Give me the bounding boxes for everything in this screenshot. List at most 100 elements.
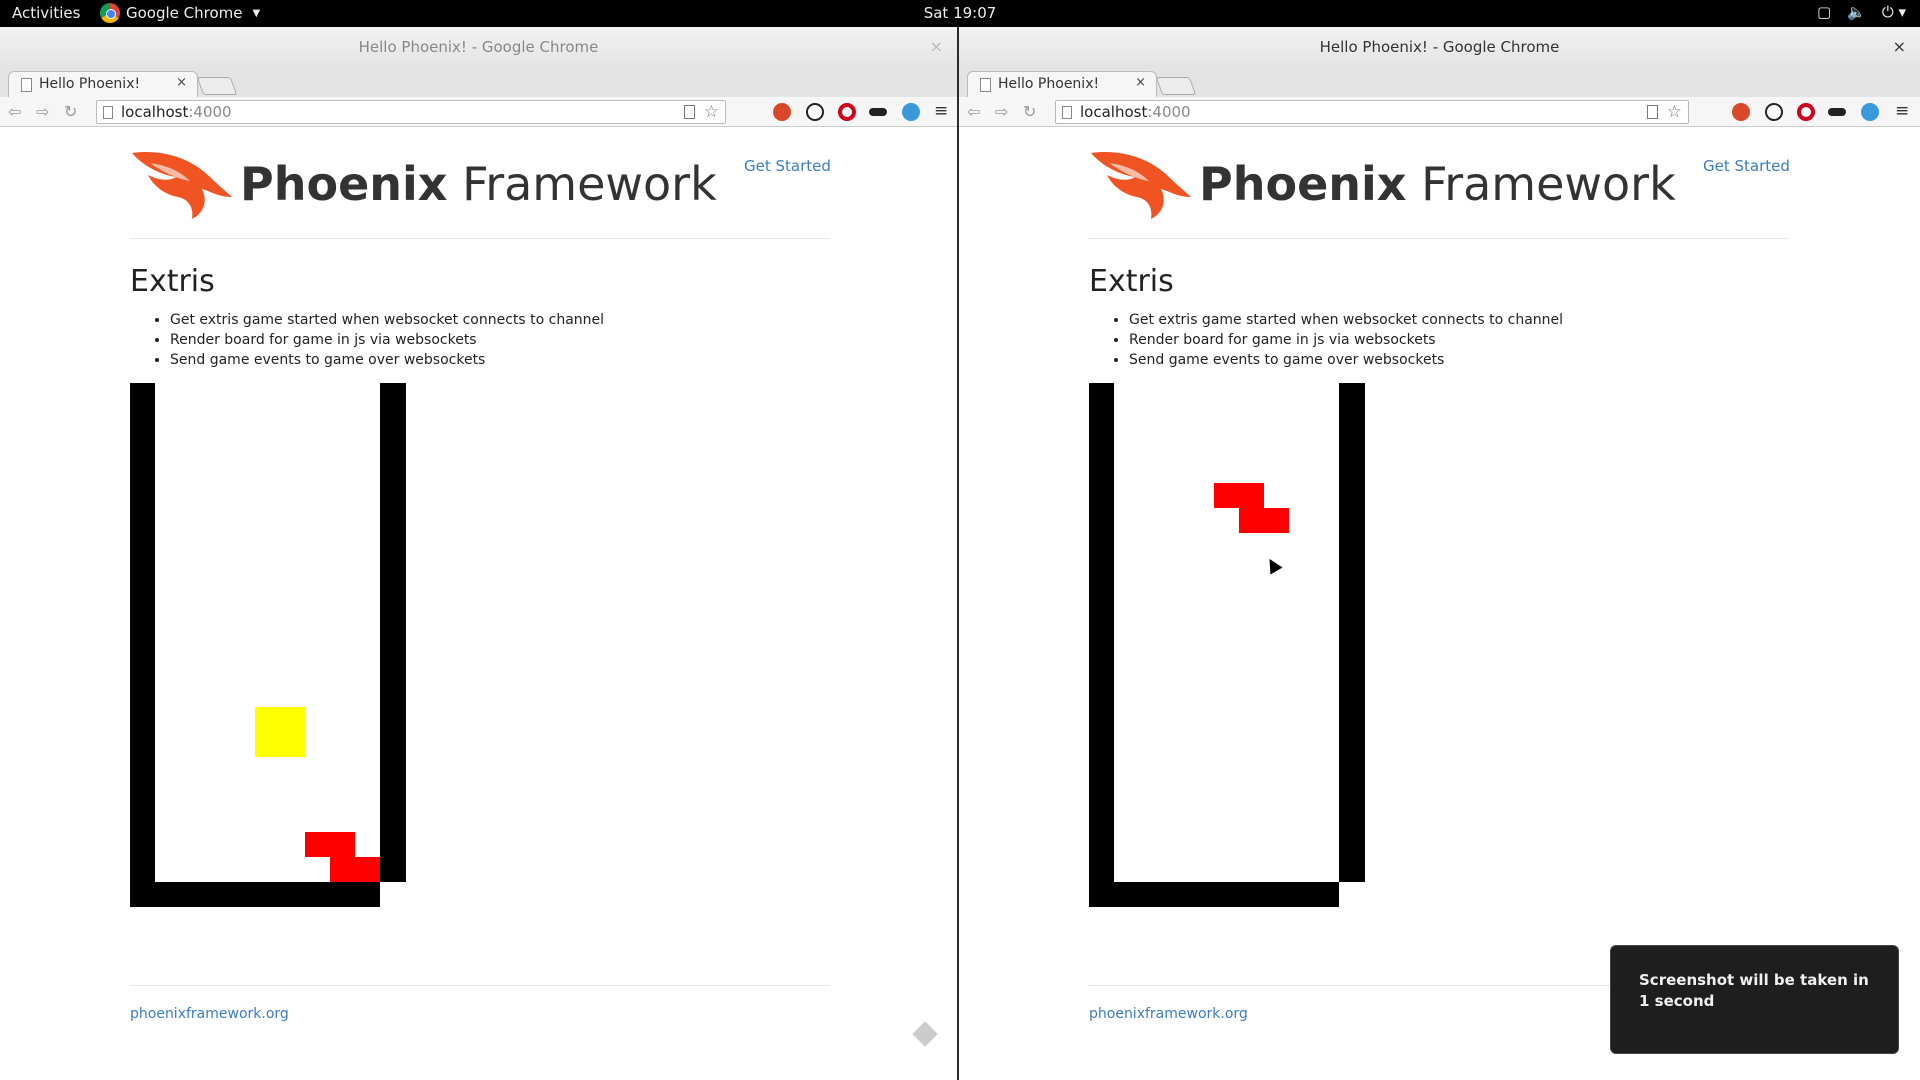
logo-text: Phoenix Framework <box>1199 157 1676 211</box>
footer-link[interactable]: phoenixframework.org <box>130 1006 289 1022</box>
tab-hello-phoenix[interactable]: Hello Phoenix! × <box>8 71 198 97</box>
page-icon <box>21 78 32 92</box>
page-content: Phoenix Framework Get Started Extris Get… <box>959 127 1920 1050</box>
close-icon[interactable]: × <box>930 27 943 67</box>
phoenix-bird-icon <box>132 152 232 219</box>
screenshot-notification[interactable]: Screenshot will be taken in 1 second <box>1610 945 1899 1054</box>
url-host: localhost <box>121 103 189 121</box>
tab-strip: Hello Phoenix! × <box>0 67 957 97</box>
board-right-wall <box>380 383 406 882</box>
browser-toolbar: ⇦ ⇨ ↻ localhost:4000 ☆ ≡ <box>0 97 957 127</box>
z-piece-top <box>305 832 355 857</box>
o-piece <box>255 707 305 757</box>
get-started-link[interactable]: Get Started <box>744 157 831 175</box>
browser-toolbar: ⇦ ⇨ ↻ localhost:4000 ☆ ≡ <box>959 97 1920 127</box>
get-started-link[interactable]: Get Started <box>1703 157 1790 175</box>
system-tray[interactable]: ▢ 🔈 ⏻ ▾ <box>1817 3 1906 21</box>
url-port: :4000 <box>1147 103 1191 121</box>
list-item: Get extris game started when websocket c… <box>170 310 604 330</box>
browser-window-right: Hello Phoenix! - Google Chrome × Hello P… <box>959 27 1920 1080</box>
feature-list: Get extris game started when websocket c… <box>130 310 604 370</box>
page-action-icon[interactable] <box>1647 105 1658 119</box>
browser-window-left: Hello Phoenix! - Google Chrome × Hello P… <box>0 27 957 1080</box>
feature-list: Get extris game started when websocket c… <box>1089 310 1563 370</box>
phoenix-logo[interactable]: Phoenix Framework <box>1089 147 1676 221</box>
clock[interactable]: Sat 19:07 <box>924 4 997 22</box>
page-heading: Extris <box>1089 264 1174 299</box>
board-left-wall <box>130 383 155 907</box>
back-icon[interactable]: ⇦ <box>8 102 21 121</box>
footer-divider <box>130 985 830 986</box>
window-titlebar[interactable]: Hello Phoenix! - Google Chrome × <box>959 27 1920 67</box>
new-tab-button[interactable] <box>196 77 238 95</box>
chevron-down-icon: ▼ <box>252 7 261 19</box>
z-piece-bottom <box>330 857 380 882</box>
window-title: Hello Phoenix! - Google Chrome <box>358 38 599 56</box>
page-info-icon <box>103 106 113 119</box>
extension-icon-2[interactable] <box>806 103 824 121</box>
new-tab-button[interactable] <box>1155 77 1197 95</box>
game-board <box>1089 383 1365 907</box>
extension-icon-2[interactable] <box>1765 103 1783 121</box>
footer-link[interactable]: phoenixframework.org <box>1089 1006 1248 1022</box>
extension-icon-5[interactable] <box>902 103 920 121</box>
back-icon[interactable]: ⇦ <box>967 102 980 121</box>
stop-extension-icon[interactable] <box>1797 103 1815 121</box>
feedback-icon[interactable] <box>912 1021 938 1047</box>
address-bar[interactable]: localhost:4000 ☆ <box>96 100 726 124</box>
z-piece-top <box>1214 483 1264 508</box>
board-right-wall <box>1339 383 1365 882</box>
menu-icon[interactable]: ≡ <box>934 101 948 121</box>
bookmark-star-icon[interactable]: ☆ <box>704 102 719 122</box>
tab-label: Hello Phoenix! <box>998 76 1100 92</box>
notification-message: Screenshot will be taken in 1 second <box>1639 971 1869 1010</box>
list-item: Render board for game in js via websocke… <box>1129 330 1563 350</box>
page-heading: Extris <box>130 264 215 299</box>
top-bar: Activities Google Chrome ▼ Sat 19:07 ▢ 🔈… <box>0 0 1920 27</box>
bookmark-star-icon[interactable]: ☆ <box>1667 102 1682 122</box>
url-port: :4000 <box>188 103 232 121</box>
z-piece-bottom <box>1239 508 1289 533</box>
forward-icon[interactable]: ⇨ <box>995 102 1008 121</box>
address-bar[interactable]: localhost:4000 ☆ <box>1055 100 1689 124</box>
extension-icon-1[interactable] <box>773 103 791 121</box>
phoenix-bird-icon <box>1091 152 1191 219</box>
mask-extension-icon[interactable] <box>1828 108 1846 116</box>
reload-icon[interactable]: ↻ <box>64 102 77 121</box>
game-board <box>130 383 406 907</box>
list-item: Send game events to game over websockets <box>170 350 604 370</box>
tab-label: Hello Phoenix! <box>39 76 141 92</box>
extension-icon-5[interactable] <box>1861 103 1879 121</box>
reload-icon[interactable]: ↻ <box>1023 102 1036 121</box>
tab-close-icon[interactable]: × <box>1135 75 1146 90</box>
list-item: Send game events to game over websockets <box>1129 350 1563 370</box>
board-floor <box>130 882 380 907</box>
forward-icon[interactable]: ⇨ <box>36 102 49 121</box>
mask-extension-icon[interactable] <box>869 108 887 116</box>
stop-extension-icon[interactable] <box>838 103 856 121</box>
board-left-wall <box>1089 383 1114 907</box>
page-icon <box>980 78 991 92</box>
logo-text: Phoenix Framework <box>240 157 717 211</box>
app-name: Google Chrome <box>126 4 243 22</box>
list-item: Render board for game in js via websocke… <box>170 330 604 350</box>
menu-icon[interactable]: ≡ <box>1895 101 1909 121</box>
window-titlebar[interactable]: Hello Phoenix! - Google Chrome × <box>0 27 957 67</box>
screen-icon: ▢ <box>1816 3 1832 21</box>
list-item: Get extris game started when websocket c… <box>1129 310 1563 330</box>
page-content: Phoenix Framework Get Started Extris Get… <box>0 127 957 1050</box>
app-menu[interactable]: Google Chrome ▼ <box>100 3 260 23</box>
phoenix-logo[interactable]: Phoenix Framework <box>130 147 717 221</box>
page-info-icon <box>1062 106 1072 119</box>
tab-strip: Hello Phoenix! × <box>959 67 1920 97</box>
tab-close-icon[interactable]: × <box>176 75 187 90</box>
window-title: Hello Phoenix! - Google Chrome <box>1319 38 1560 56</box>
activities-button[interactable]: Activities <box>12 4 80 22</box>
chrome-icon <box>100 3 120 23</box>
tab-hello-phoenix[interactable]: Hello Phoenix! × <box>967 71 1157 97</box>
board-floor <box>1089 882 1339 907</box>
extension-icon-1[interactable] <box>1732 103 1750 121</box>
page-action-icon[interactable] <box>684 105 695 119</box>
close-icon[interactable]: × <box>1893 27 1906 67</box>
power-icon: ⏻ ▾ <box>1881 3 1906 21</box>
